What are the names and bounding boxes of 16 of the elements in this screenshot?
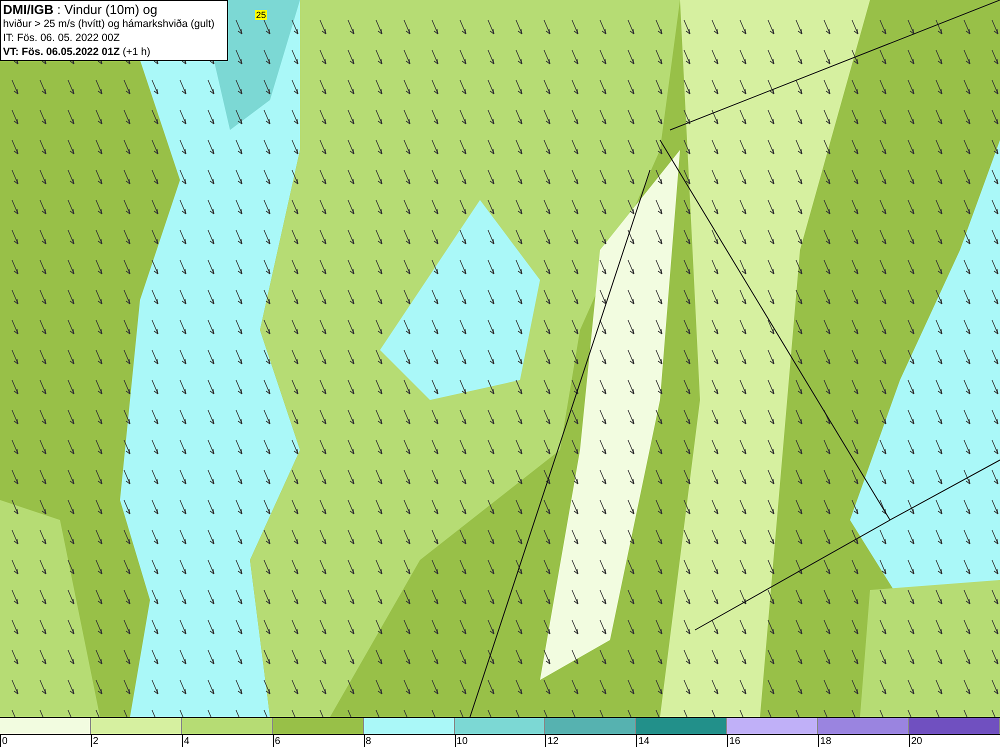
legend-tick-label: 20 [910,736,922,747]
info-text: hviður > 25 m/s (hvítt) og hámarkshviða (gult) [3,17,216,31]
legend-tick-label: 18 [819,736,832,747]
gust-label: 25 [255,10,268,20]
legend-tick-label: 6 [274,736,280,747]
legend-tick-label: 8 [364,736,372,747]
legend-tick-label: 10 [456,736,468,747]
legend-tick-label: 2 [92,736,98,747]
legend-tick-label: 14 [637,736,650,747]
info-text: VT: Fös. 06.05.2022 01Z (+1 h) [3,45,152,59]
legend-tick-label: 0 [1,736,8,747]
info-text: IT: Fös. 06. 05. 2022 00Z [3,31,121,45]
legend-tick-label: 16 [728,736,740,747]
info-text: DMI/IGB : Vindur (10m) og [3,2,158,17]
legend-tick-label: 4 [182,736,190,747]
legend-tick-label: 12 [546,736,559,747]
